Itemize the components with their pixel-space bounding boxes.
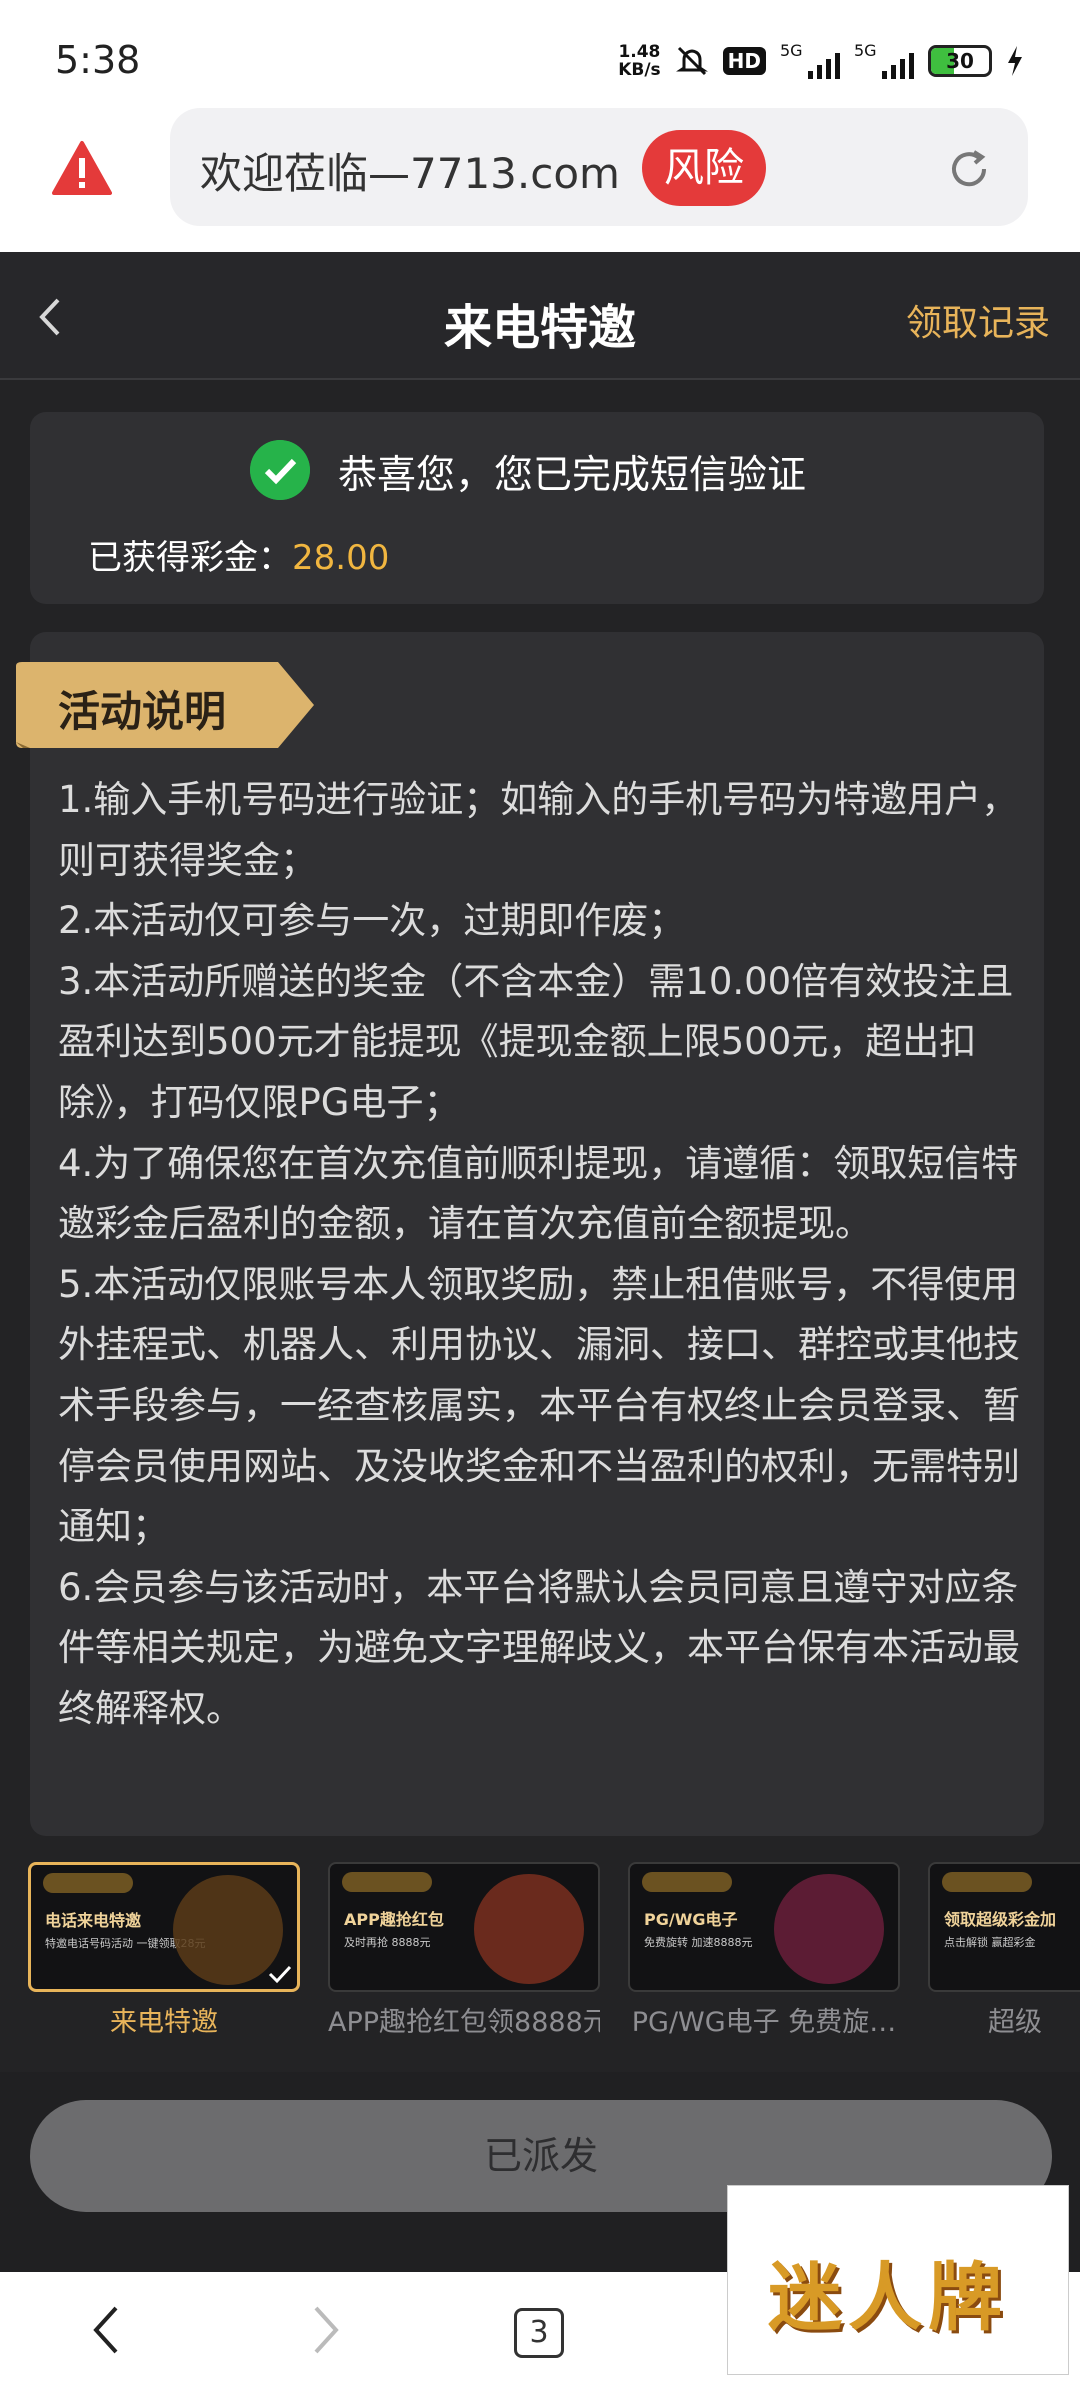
activity-rules: 1.输入手机号码进行验证；如输入的手机号码为特邀用户，则可获得奖金； 2.本活动…	[58, 770, 1030, 1740]
bonus-amount: 28.00	[292, 538, 390, 578]
url-text[interactable]: 欢迎莅临—7713.com	[200, 140, 620, 201]
brand-logo	[642, 1872, 732, 1892]
brand-logo	[942, 1872, 1032, 1892]
bonus-label: 已获得彩金：	[88, 538, 292, 578]
bonus-row: 已获得彩金：28.00	[88, 530, 389, 579]
status-time: 5:38	[55, 38, 141, 82]
rule-item: 5.本活动仅限账号本人领取奖励，禁止租借账号，不得使用外挂程式、机器人、利用协议…	[58, 1262, 1020, 1549]
status-bar: 5:38 1.48 KB/s HD 5G 5G 30	[0, 0, 1080, 100]
verification-message: 恭喜您，您已完成短信验证	[338, 453, 807, 498]
activity-tag-label: 活动说明	[58, 687, 227, 736]
browser-address-row: 欢迎莅临—7713.com 风险	[0, 100, 1080, 252]
url-field[interactable]: 欢迎莅临—7713.com 风险	[170, 108, 1028, 226]
activity-card: 活动说明 1.输入手机号码进行验证；如输入的手机号码为特邀用户，则可获得奖金； …	[16, 632, 1044, 1836]
reload-icon[interactable]	[946, 146, 992, 192]
promo-label: APP趣抢红包领8888元	[328, 2007, 600, 2038]
rule-item: 3.本活动所赠送的奖金（不含本金）需10.00倍有效投注且盈利达到500元才能提…	[58, 959, 1014, 1124]
promo-thumbnail[interactable]: APP趣抢红包 及时再抢 8888元	[328, 1862, 600, 1992]
signal-icon: 5G	[780, 41, 840, 81]
promo-item[interactable]: PG/WG电子 免费旋转 加速8888元 PG/WG电子 免费旋…	[628, 1862, 900, 2039]
battery-icon: 30	[928, 45, 992, 77]
mute-icon	[675, 46, 708, 76]
status-icons: 1.48 KB/s HD 5G 5G 30	[618, 36, 1024, 86]
risk-badge[interactable]: 风险	[642, 130, 766, 206]
rule-item: 2.本活动仅可参与一次，过期即作废；	[58, 899, 686, 943]
tab-count-button[interactable]: 3	[514, 2308, 564, 2358]
promo-item[interactable]: 领取超级彩金加 点击解锁 赢超彩金 超级	[928, 1862, 1080, 2039]
promo-thumbnail[interactable]: 领取超级彩金加 点击解锁 赢超彩金	[928, 1862, 1080, 1992]
signal-icon: 5G	[854, 41, 914, 81]
rule-item: 4.为了确保您在首次充值前顺利提现，请遵循：领取短信特邀彩金后盈利的金额，请在首…	[58, 1141, 1019, 1246]
verification-card: 恭喜您，您已完成短信验证 已获得彩金：28.00	[30, 412, 1044, 604]
activity-tag: 活动说明	[16, 662, 326, 748]
page-header: 来电特邀 领取记录	[0, 252, 1080, 380]
promo-label: PG/WG电子 免费旋…	[631, 2007, 897, 2038]
check-circle-icon	[250, 440, 310, 500]
promo-item[interactable]: APP趣抢红包 及时再抢 8888元 APP趣抢红包领8888元	[328, 1862, 600, 2039]
promo-label: 超级	[988, 2007, 1042, 2038]
promo-thumbnail[interactable]: PG/WG电子 免费旋转 加速8888元	[628, 1862, 900, 1992]
brand-logo	[43, 1873, 133, 1893]
promo-carousel[interactable]: 电话来电特邀 特邀电话号码活动 一键领取28元 来电特邀 APP趣抢红包 及时再…	[0, 1862, 1080, 2062]
promo-label: 来电特邀	[110, 2007, 218, 2038]
warning-icon[interactable]	[52, 140, 112, 196]
claim-records-link[interactable]: 领取记录	[906, 294, 1050, 346]
nav-forward-icon[interactable]	[306, 2302, 346, 2358]
rule-item: 1.输入手机号码进行验证；如输入的手机号码为特邀用户，则可获得奖金；	[58, 778, 1019, 882]
promo-item[interactable]: 电话来电特邀 特邀电话号码活动 一键领取28元 来电特邀	[28, 1862, 300, 2039]
promo-artwork	[474, 1874, 584, 1984]
hd-icon: HD	[722, 47, 766, 75]
rule-item: 6.会员参与该活动时，本平台将默认会员同意且遵守对应条件等相关规定，为避免文字理…	[58, 1565, 1020, 1730]
watermark-text: 迷人牌	[768, 2255, 1008, 2341]
watermark-logo: 迷人牌	[727, 2185, 1069, 2375]
promo-thumbnail[interactable]: 电话来电特邀 特邀电话号码活动 一键领取28元	[28, 1862, 300, 1992]
net-speed: 1.48 KB/s	[618, 42, 661, 80]
nav-back-icon[interactable]	[86, 2302, 126, 2358]
check-icon	[268, 1965, 292, 1984]
promo-artwork	[774, 1874, 884, 1984]
charging-icon	[1008, 46, 1022, 76]
brand-logo	[342, 1872, 432, 1892]
